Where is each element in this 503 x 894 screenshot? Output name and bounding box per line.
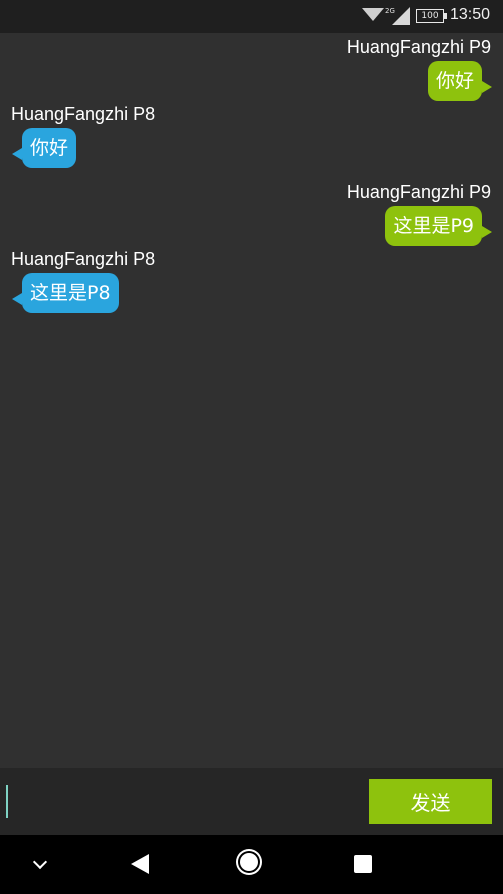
outgoing-message-bubble[interactable]: 你好 <box>427 61 493 101</box>
recents-icon[interactable] <box>354 855 372 873</box>
message-sender: HuangFangzhi P9 <box>346 37 491 57</box>
status-time: 13:50 <box>450 6 491 23</box>
text-caret <box>6 785 8 818</box>
back-icon[interactable] <box>131 854 149 874</box>
outgoing-message-bubble[interactable]: 这里是P9 <box>385 206 492 246</box>
send-button[interactable]: 发送 <box>369 779 492 824</box>
status-bar: 2G 100 13:50 <box>0 0 503 33</box>
chat-screen: 2G 100 13:50 HuangFangzhi P9 你好 HuangFan… <box>0 0 503 894</box>
incoming-message-bubble[interactable]: 这里是P8 <box>12 273 119 313</box>
message-sender: HuangFangzhi P9 <box>346 182 491 202</box>
wifi-icon <box>362 8 384 21</box>
chevron-down-icon[interactable] <box>32 854 48 870</box>
message-input[interactable] <box>5 782 361 822</box>
battery-icon: 100 <box>416 9 447 23</box>
message-sender: HuangFangzhi P8 <box>11 249 156 269</box>
cell-signal-icon <box>392 7 410 25</box>
input-bar: 发送 <box>0 768 503 835</box>
navigation-bar <box>0 835 503 894</box>
home-icon[interactable] <box>240 853 258 871</box>
message-sender: HuangFangzhi P8 <box>11 104 156 124</box>
incoming-message-bubble[interactable]: 你好 <box>11 128 77 168</box>
